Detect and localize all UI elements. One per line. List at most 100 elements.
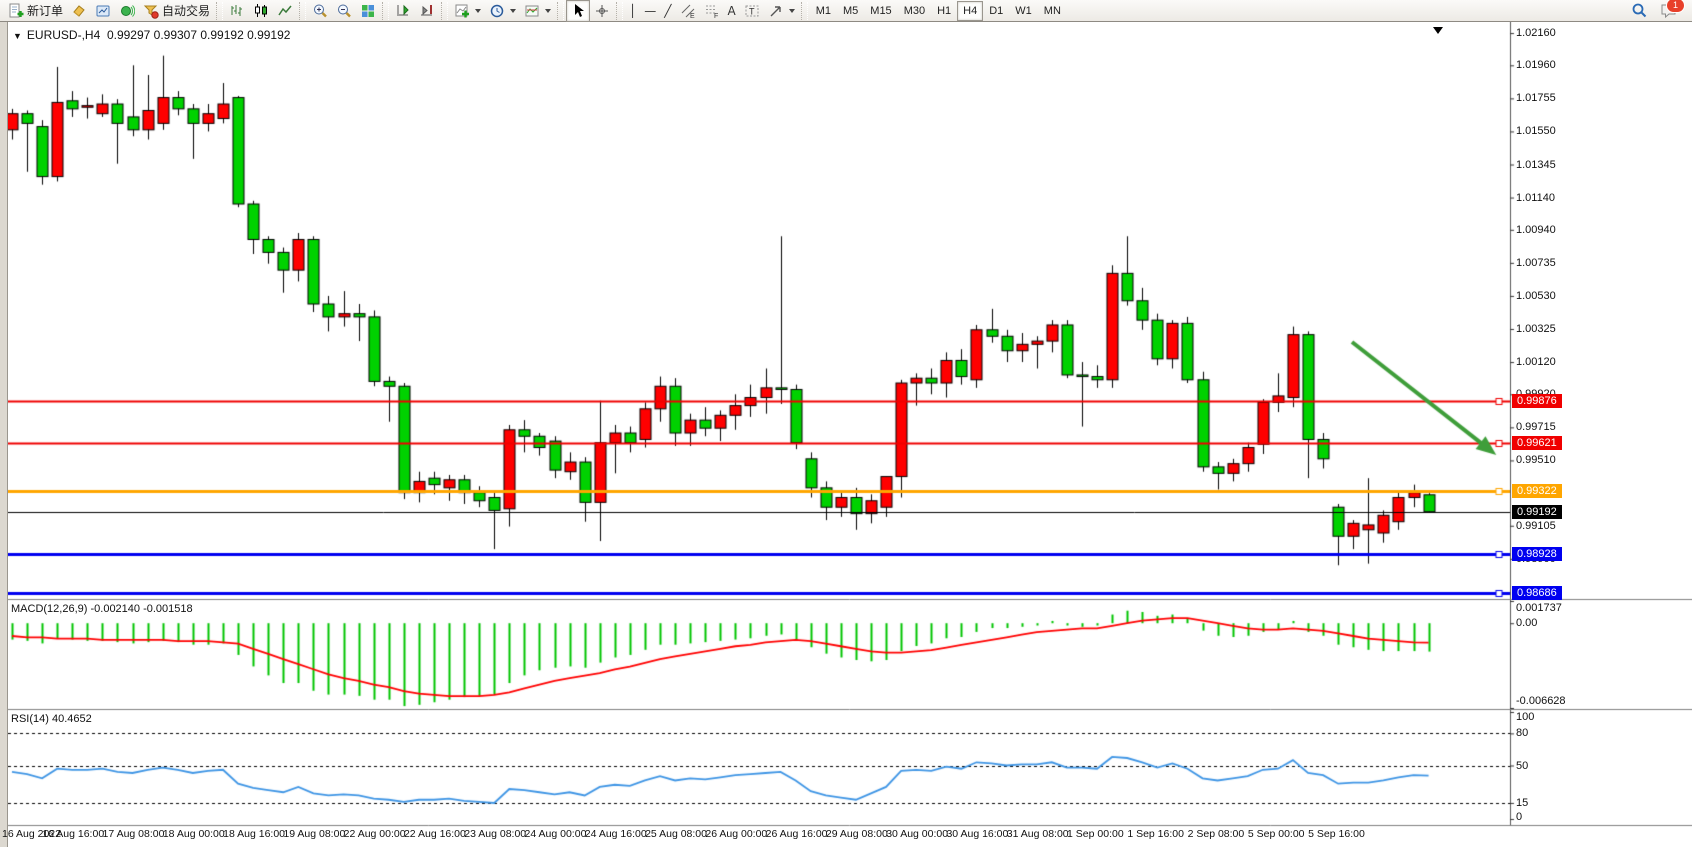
timeframe-button-M1[interactable]: M1: [810, 1, 837, 21]
rsi-axis-tick: 15: [1516, 797, 1528, 809]
main-toolbar: 新订单 自动交易: [0, 0, 1692, 22]
svg-text:E: E: [690, 13, 695, 19]
auto-scroll-icon: [419, 3, 435, 19]
chart-area: ▼EURUSD-,H4 0.99297 0.99307 0.99192 0.99…: [0, 22, 1692, 847]
timeframe-group: M1M5M15M30H1H4D1W1MN: [810, 1, 1067, 21]
chart-canvas[interactable]: [0, 22, 1692, 847]
toolbar-separator: [557, 2, 564, 20]
date-axis-label: 22 Aug 16:00: [404, 828, 466, 840]
price-axis-tick: 1.00735: [1516, 257, 1556, 269]
macd-axis-tick: 0.001737: [1516, 602, 1562, 614]
text-label-tool-button[interactable]: T: [740, 0, 764, 22]
fibonacci-tool-button[interactable]: F: [700, 0, 724, 22]
chart-line-button[interactable]: [273, 0, 297, 22]
toolbar-separator: [441, 2, 448, 20]
templates-button[interactable]: [520, 0, 555, 22]
toolbar-right-group: 1: [1631, 2, 1678, 19]
rsi-value: 40.4652: [52, 713, 92, 725]
price-axis-tick: 1.01550: [1516, 125, 1556, 137]
date-axis-label: 17 Aug 08:00: [103, 828, 165, 840]
vertical-line-tool-button[interactable]: │: [625, 0, 640, 22]
svg-text:T: T: [749, 6, 755, 16]
svg-text:F: F: [714, 13, 718, 19]
cursor-icon: [570, 3, 586, 19]
timeframe-button-H1[interactable]: H1: [931, 1, 957, 21]
price-axis-tick: 1.00940: [1516, 224, 1556, 236]
notification-badge: 1: [1666, 0, 1685, 13]
price-axis-tick: 1.01960: [1516, 59, 1556, 71]
symbol-title: ▼EURUSD-,H4 0.99297 0.99307 0.99192 0.99…: [13, 28, 290, 42]
horizontal-line-tool-button[interactable]: —: [640, 0, 660, 22]
price-tag: 0.99322: [1512, 484, 1562, 498]
chart-shift-button[interactable]: [391, 0, 415, 22]
price-tag: 0.98928: [1512, 547, 1562, 561]
styler-button[interactable]: [67, 0, 91, 22]
dropdown-arrow-icon: [475, 9, 481, 13]
left-gutter: [0, 22, 8, 847]
rsi-axis-tick: 100: [1516, 711, 1534, 723]
date-axis-label: 25 Aug 08:00: [645, 828, 707, 840]
chart-candles-button[interactable]: [249, 0, 273, 22]
zoom-in-icon: [312, 3, 328, 19]
zoom-in-button[interactable]: [308, 0, 332, 22]
price-axis-tick: 1.00120: [1516, 356, 1556, 368]
price-axis-tick: 0.99510: [1516, 454, 1556, 466]
periods-button[interactable]: [485, 0, 520, 22]
text-tool-button[interactable]: A: [724, 0, 740, 22]
toolbar-separator: [801, 2, 808, 20]
chart-shift-marker[interactable]: [1433, 27, 1443, 34]
price-tag: 0.98686: [1512, 586, 1562, 600]
timeframe-button-MN[interactable]: MN: [1038, 1, 1067, 21]
new-order-label: 新订单: [27, 2, 63, 19]
tile-windows-button[interactable]: [356, 0, 380, 22]
new-order-button[interactable]: 新订单: [4, 0, 67, 22]
timeframe-button-W1[interactable]: W1: [1009, 1, 1038, 21]
autotrading-button[interactable]: 自动交易: [139, 0, 214, 22]
market-watch-button[interactable]: [91, 0, 115, 22]
zoom-out-icon: [336, 3, 352, 19]
notifications-button[interactable]: 1: [1660, 3, 1678, 19]
dropdown-arrow-icon: [510, 9, 516, 13]
chart-bars-button[interactable]: [225, 0, 249, 22]
search-icon[interactable]: [1631, 2, 1648, 19]
market-watch-icon: [95, 3, 111, 19]
toolbar-separator: [299, 2, 306, 20]
channel-tool-button[interactable]: E: [676, 0, 700, 22]
timeframe-button-M5[interactable]: M5: [837, 1, 864, 21]
cursor-tool-button[interactable]: [566, 0, 590, 22]
trendline-tool-button[interactable]: ╱: [660, 0, 675, 22]
zoom-out-button[interactable]: [332, 0, 356, 22]
indicators-icon: [454, 3, 470, 19]
paint-bucket-icon: [71, 3, 87, 19]
date-axis-label: 5 Sep 16:00: [1308, 828, 1365, 840]
date-axis-label: 1 Sep 16:00: [1127, 828, 1184, 840]
date-axis-label: 18 Aug 16:00: [223, 828, 285, 840]
rsi-axis-tick: 0: [1516, 811, 1522, 823]
timeframe-button-M15[interactable]: M15: [864, 1, 897, 21]
date-axis-label: 30 Aug 16:00: [946, 828, 1008, 840]
auto-scroll-button[interactable]: [415, 0, 439, 22]
crosshair-tool-button[interactable]: [590, 0, 614, 22]
new-order-icon: [8, 3, 24, 19]
autotrading-icon: [143, 3, 159, 19]
clock-icon: [489, 3, 505, 19]
timeframe-button-H4[interactable]: H4: [957, 1, 983, 21]
timeframe-button-M30[interactable]: M30: [898, 1, 931, 21]
text-label-icon: T: [744, 3, 760, 19]
toolbar-separator: [616, 2, 623, 20]
macd-indicator-label: MACD(12,26,9) -0.002140 -0.001518: [11, 603, 193, 615]
line-chart-icon: [277, 3, 293, 19]
equidistant-channel-icon: E: [680, 3, 696, 19]
arrows-tool-button[interactable]: [764, 0, 799, 22]
tile-windows-icon: [360, 3, 376, 19]
trendline-icon: ╱: [664, 4, 671, 18]
indicators-button[interactable]: [450, 0, 485, 22]
timeframe-button-D1[interactable]: D1: [983, 1, 1009, 21]
date-axis-label: 24 Aug 16:00: [585, 828, 647, 840]
macd-axis-tick: -0.006628: [1516, 695, 1566, 707]
price-tag: 0.99192: [1512, 505, 1562, 519]
sound-button[interactable]: [115, 0, 139, 22]
chevron-down-icon: ▼: [13, 31, 22, 41]
crosshair-icon: [594, 3, 610, 19]
ohlc-readout: 0.99297 0.99307 0.99192 0.99192: [107, 28, 291, 42]
